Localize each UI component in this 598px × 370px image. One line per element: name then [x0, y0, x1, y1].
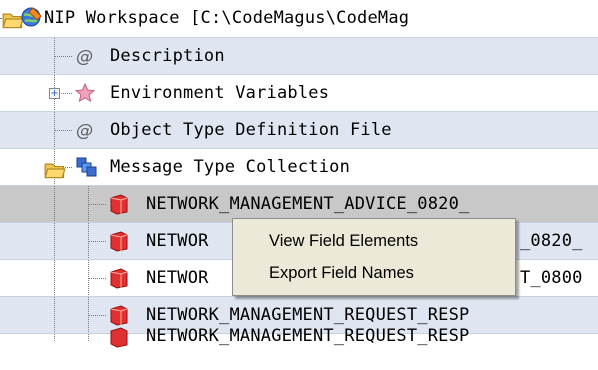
tree-connector [54, 260, 55, 297]
menu-item-export-field-names[interactable]: Export Field Names [269, 259, 414, 287]
message-type-icon [108, 230, 130, 252]
tree-item-label: Description [110, 46, 225, 66]
tree-item-label-tail: _0820_ [520, 231, 583, 251]
tree-item-environment-variables[interactable]: + Environment Variables [0, 74, 598, 112]
message-type-icon [108, 326, 130, 348]
tree-item-label: Message Type Collection [110, 157, 351, 177]
tree-item-label: NETWOR [146, 268, 209, 288]
tree-item-label: NETWORK_MANAGEMENT_REQUEST_RESP [146, 305, 470, 325]
workspace-tree: NIP Workspace [C:\CodeMagus\CodeMag @ De… [0, 0, 598, 348]
tree-connector [54, 297, 55, 334]
message-type-icon [108, 193, 130, 215]
tree-item-message-type-collection[interactable]: Message Type Collection [0, 148, 598, 186]
tree-item-label: Object Type Definition File [110, 120, 392, 140]
tree-item-label-tail: T_0800 [520, 268, 583, 288]
tree-item-label: NETWORK_MANAGEMENT_REQUEST_RESP [146, 326, 470, 346]
tree-item-description[interactable]: @ Description [0, 37, 598, 75]
at-icon: @ [74, 119, 96, 141]
tree-item-label: NETWORK_MANAGEMENT_ADVICE_0820_ [146, 194, 470, 214]
folder-open-icon[interactable] [44, 158, 66, 179]
tree-item-message[interactable]: NETWORK_MANAGEMENT_REQUEST_RESP [0, 326, 598, 370]
context-menu: View Field Elements Export Field Names [232, 218, 516, 296]
message-type-icon [108, 267, 130, 289]
workspace-globe-icon [20, 6, 42, 28]
tree-connector [88, 241, 106, 242]
menu-item-view-field-elements[interactable]: View Field Elements [269, 227, 418, 255]
tree-connector [54, 130, 72, 131]
tree-root-row[interactable]: NIP Workspace [C:\CodeMagus\CodeMag [0, 0, 598, 37]
tree-connector [54, 56, 72, 57]
tree-connector [88, 278, 106, 279]
star-icon [74, 82, 96, 104]
expand-icon[interactable]: + [49, 88, 60, 99]
svg-text:@: @ [76, 121, 93, 141]
collection-icon [76, 155, 98, 177]
message-type-icon [108, 304, 130, 326]
tree-item-label: Environment Variables [110, 83, 330, 103]
at-icon: @ [74, 45, 96, 67]
tree-connector [88, 204, 106, 205]
tree-item-object-type-definition-file[interactable]: @ Object Type Definition File [0, 111, 598, 149]
tree-connector [54, 223, 55, 260]
tree-connector [88, 315, 106, 316]
svg-text:@: @ [76, 47, 93, 67]
tree-item-label: NETWOR [146, 231, 209, 251]
tree-item-message[interactable]: NETWORK_MANAGEMENT_ADVICE_0820_ [0, 185, 598, 223]
tree-connector [54, 186, 55, 223]
folder-open-icon[interactable] [2, 8, 24, 29]
tree-root-label: NIP Workspace [C:\CodeMagus\CodeMag [44, 8, 410, 28]
